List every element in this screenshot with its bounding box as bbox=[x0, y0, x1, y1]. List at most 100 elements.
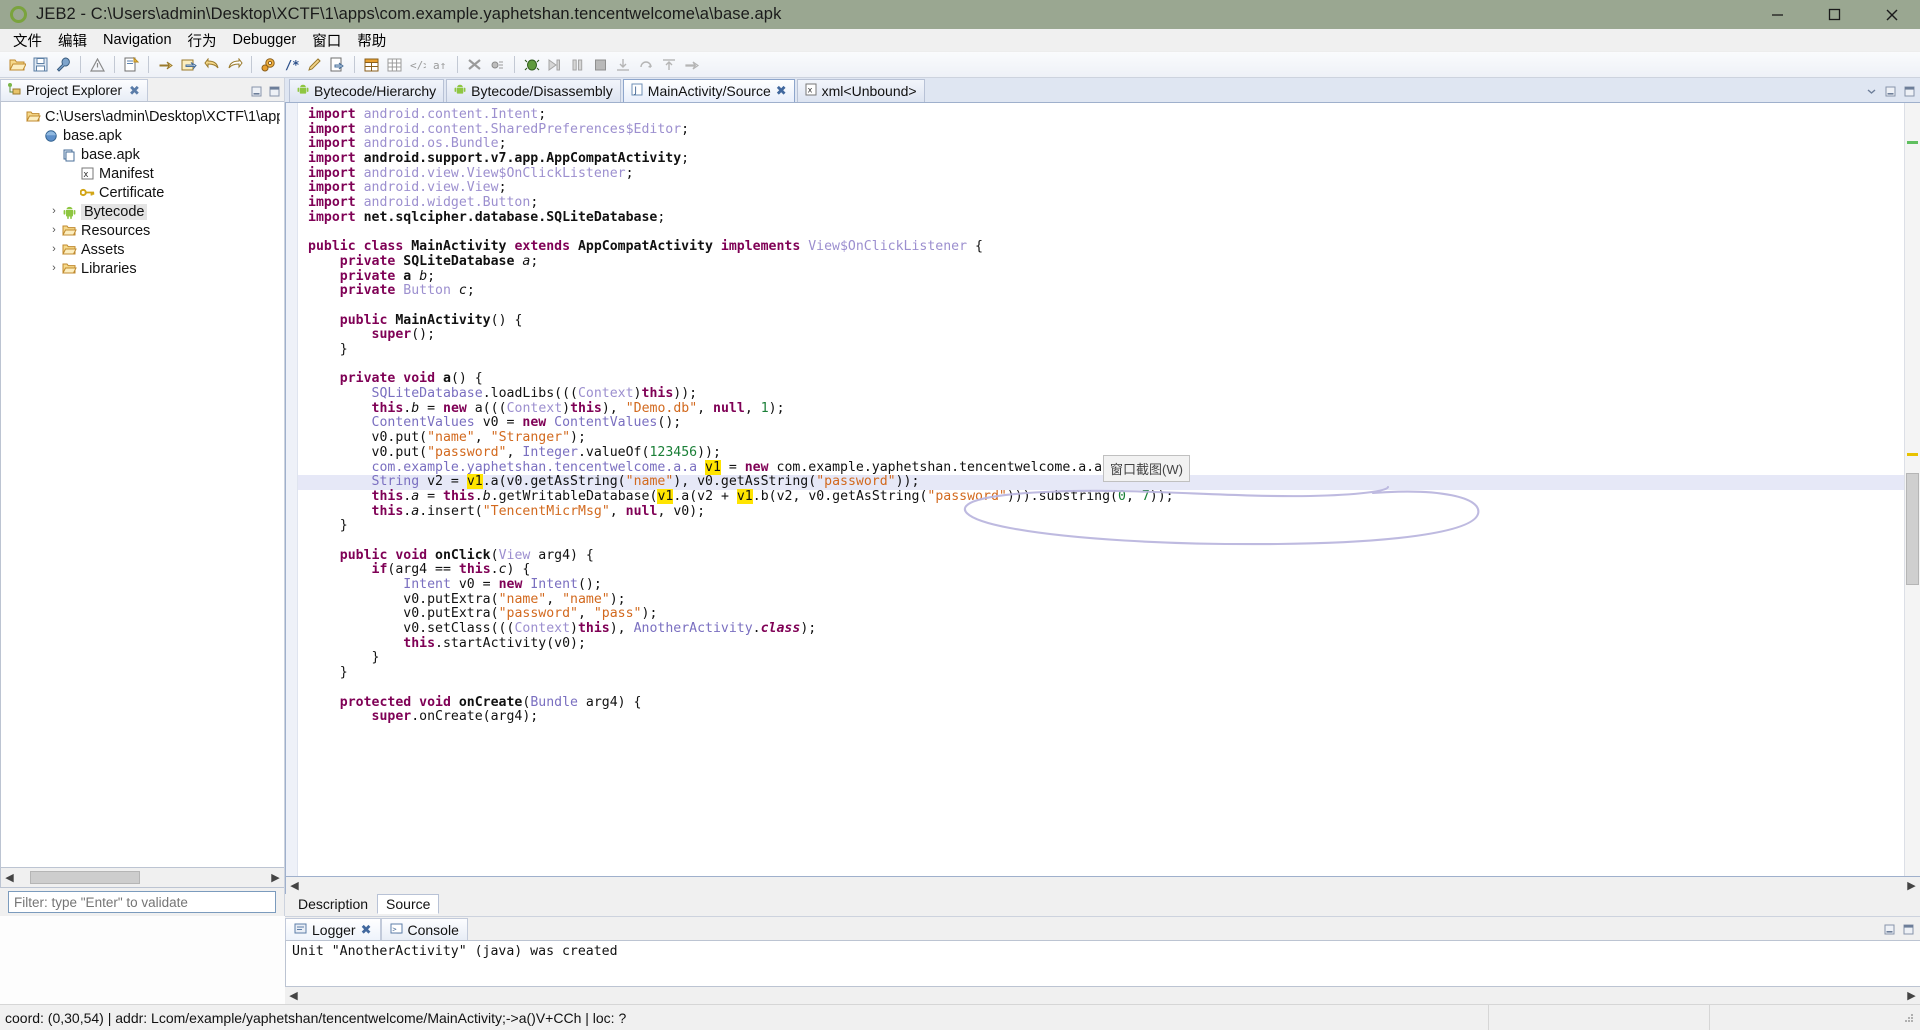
close-icon[interactable]: ✖ bbox=[361, 922, 372, 938]
maximize-panel-icon[interactable] bbox=[1902, 923, 1915, 936]
comment-icon[interactable]: /* bbox=[281, 54, 302, 75]
tree-row-assets[interactable]: › Assets bbox=[1, 240, 284, 259]
forward-arrow-icon[interactable] bbox=[224, 54, 245, 75]
close-icon[interactable]: ✖ bbox=[129, 83, 140, 99]
grid-icon[interactable] bbox=[384, 54, 405, 75]
open-type-icon[interactable] bbox=[178, 54, 199, 75]
scroll-right-icon[interactable]: ▶ bbox=[267, 869, 284, 886]
menu-debugger[interactable]: Debugger bbox=[225, 30, 305, 50]
editor-vertical-scrollbar[interactable] bbox=[1904, 103, 1920, 876]
chevron-right-icon[interactable]: › bbox=[47, 244, 61, 255]
project-tree[interactable]: ⱟ C:\Users\admin\Desktop\XCTF\1\apps\ ⱟ … bbox=[0, 101, 284, 868]
stop-icon[interactable] bbox=[590, 54, 611, 75]
scroll-left-icon[interactable]: ◀ bbox=[286, 877, 303, 894]
new-document-icon[interactable] bbox=[121, 54, 142, 75]
run-to-icon[interactable] bbox=[682, 54, 703, 75]
close-button[interactable] bbox=[1863, 0, 1920, 29]
filter-input[interactable] bbox=[8, 891, 276, 913]
scroll-thumb[interactable] bbox=[30, 871, 140, 884]
jeb2-application-window: JEB2 - C:\Users\admin\Desktop\XCTF\1\app… bbox=[0, 0, 1920, 1030]
minimize-button[interactable] bbox=[1749, 0, 1806, 29]
chevron-right-icon[interactable]: › bbox=[47, 206, 61, 217]
pause-icon[interactable] bbox=[567, 54, 588, 75]
tab-console[interactable]: >_ Console bbox=[381, 918, 468, 940]
scroll-left-icon[interactable]: ◀ bbox=[285, 987, 302, 1004]
scroll-right-icon[interactable]: ▶ bbox=[1903, 877, 1920, 894]
menu-navigation[interactable]: Navigation bbox=[95, 30, 180, 50]
scroll-thumb[interactable] bbox=[1906, 473, 1919, 585]
console-horizontal-scrollbar[interactable]: ◀ ▶ bbox=[285, 987, 1920, 1004]
code-token: = bbox=[419, 489, 443, 504]
warning-icon[interactable] bbox=[87, 54, 108, 75]
step-into-icon[interactable] bbox=[613, 54, 634, 75]
chevron-down-icon[interactable]: ⱟ bbox=[11, 111, 25, 122]
code-token: this bbox=[642, 386, 674, 401]
rename-pencil-icon[interactable] bbox=[304, 54, 325, 75]
wrench-icon[interactable] bbox=[53, 54, 74, 75]
collapse-panel-icon[interactable] bbox=[1865, 85, 1878, 98]
code-tag-icon[interactable]: </> bbox=[407, 54, 428, 75]
close-icon[interactable]: ✖ bbox=[776, 83, 787, 99]
bug-kill-icon[interactable] bbox=[464, 54, 485, 75]
back-arrow-icon[interactable] bbox=[201, 54, 222, 75]
minimize-panel-icon[interactable] bbox=[250, 85, 263, 98]
tree-row-base-apk-outer[interactable]: ⱟ base.apk bbox=[1, 126, 284, 145]
editor-horizontal-scrollbar[interactable]: ◀ ▶ bbox=[285, 877, 1920, 894]
chevron-down-icon[interactable]: ⱟ bbox=[47, 149, 61, 160]
scroll-right-icon[interactable]: ▶ bbox=[1903, 987, 1920, 1004]
breakpoint-icon[interactable] bbox=[487, 54, 508, 75]
tab-xml-unbound[interactable]: x xml<Unbound> bbox=[797, 79, 925, 102]
tab-bytecode-hierarchy[interactable]: Bytecode/Hierarchy bbox=[289, 79, 444, 102]
tab-description[interactable]: Description bbox=[289, 894, 377, 914]
tree-row-libraries[interactable]: › Libraries bbox=[1, 259, 284, 278]
sort-icon[interactable]: a↑ bbox=[430, 54, 451, 75]
table-icon[interactable] bbox=[361, 54, 382, 75]
code-token: } bbox=[308, 650, 379, 665]
maximize-button[interactable] bbox=[1806, 0, 1863, 29]
source-code-text[interactable]: import android.content.Intent; import an… bbox=[298, 103, 1904, 725]
step-return-icon[interactable] bbox=[659, 54, 680, 75]
chevron-down-icon[interactable]: ⱟ bbox=[29, 130, 43, 141]
code-token: .valueOf( bbox=[578, 445, 649, 460]
minimize-panel-icon[interactable] bbox=[1884, 85, 1897, 98]
console-output[interactable]: Unit "AnotherActivity" (java) was create… bbox=[285, 940, 1920, 987]
tree-row-project-path[interactable]: ⱟ C:\Users\admin\Desktop\XCTF\1\apps\ bbox=[1, 107, 284, 126]
save-icon[interactable] bbox=[30, 54, 51, 75]
code-view[interactable]: import android.content.Intent; import an… bbox=[298, 103, 1904, 876]
open-folder-icon[interactable] bbox=[7, 54, 28, 75]
tree-row-resources[interactable]: › Resources bbox=[1, 221, 284, 240]
code-token bbox=[411, 269, 419, 284]
resume-icon[interactable] bbox=[544, 54, 565, 75]
menu-action[interactable]: 行为 bbox=[180, 28, 225, 53]
maximize-panel-icon[interactable] bbox=[268, 85, 281, 98]
gear-icon[interactable] bbox=[258, 54, 279, 75]
scroll-track[interactable] bbox=[302, 988, 1903, 1004]
menu-window[interactable]: 窗口 bbox=[304, 28, 349, 53]
scroll-track[interactable] bbox=[18, 870, 267, 886]
maximize-panel-icon[interactable] bbox=[1903, 85, 1916, 98]
tab-source[interactable]: Source bbox=[377, 894, 439, 914]
menu-edit[interactable]: 编辑 bbox=[50, 28, 95, 53]
debug-bug-icon[interactable] bbox=[521, 54, 542, 75]
tree-row-bytecode[interactable]: › Bytecode bbox=[1, 202, 284, 221]
tab-logger[interactable]: Logger ✖ bbox=[285, 918, 381, 940]
tree-row-certificate[interactable]: Certificate bbox=[1, 183, 284, 202]
chevron-right-icon[interactable]: › bbox=[47, 225, 61, 236]
tab-project-explorer[interactable]: Project Explorer ✖ bbox=[0, 79, 148, 101]
tree-row-manifest[interactable]: x Manifest bbox=[1, 164, 284, 183]
folder-open-icon bbox=[61, 262, 77, 275]
tab-bytecode-disassembly[interactable]: Bytecode/Disassembly bbox=[446, 79, 621, 102]
tree-row-base-apk-inner[interactable]: ⱟ base.apk bbox=[1, 145, 284, 164]
project-tree-horizontal-scrollbar[interactable]: ◀ ▶ bbox=[0, 868, 284, 888]
menu-help[interactable]: 帮助 bbox=[349, 28, 394, 53]
resize-grip-icon[interactable] bbox=[1900, 1009, 1918, 1027]
chevron-right-icon[interactable]: › bbox=[47, 263, 61, 274]
minimize-panel-icon[interactable] bbox=[1883, 923, 1896, 936]
tab-mainactivity-source[interactable]: J MainActivity/Source ✖ bbox=[623, 79, 795, 102]
arrow-jump-icon[interactable] bbox=[155, 54, 176, 75]
export-icon[interactable] bbox=[327, 54, 348, 75]
menu-file[interactable]: 文件 bbox=[5, 28, 50, 53]
scroll-track[interactable] bbox=[303, 878, 1903, 894]
step-over-icon[interactable] bbox=[636, 54, 657, 75]
scroll-left-icon[interactable]: ◀ bbox=[1, 869, 18, 886]
